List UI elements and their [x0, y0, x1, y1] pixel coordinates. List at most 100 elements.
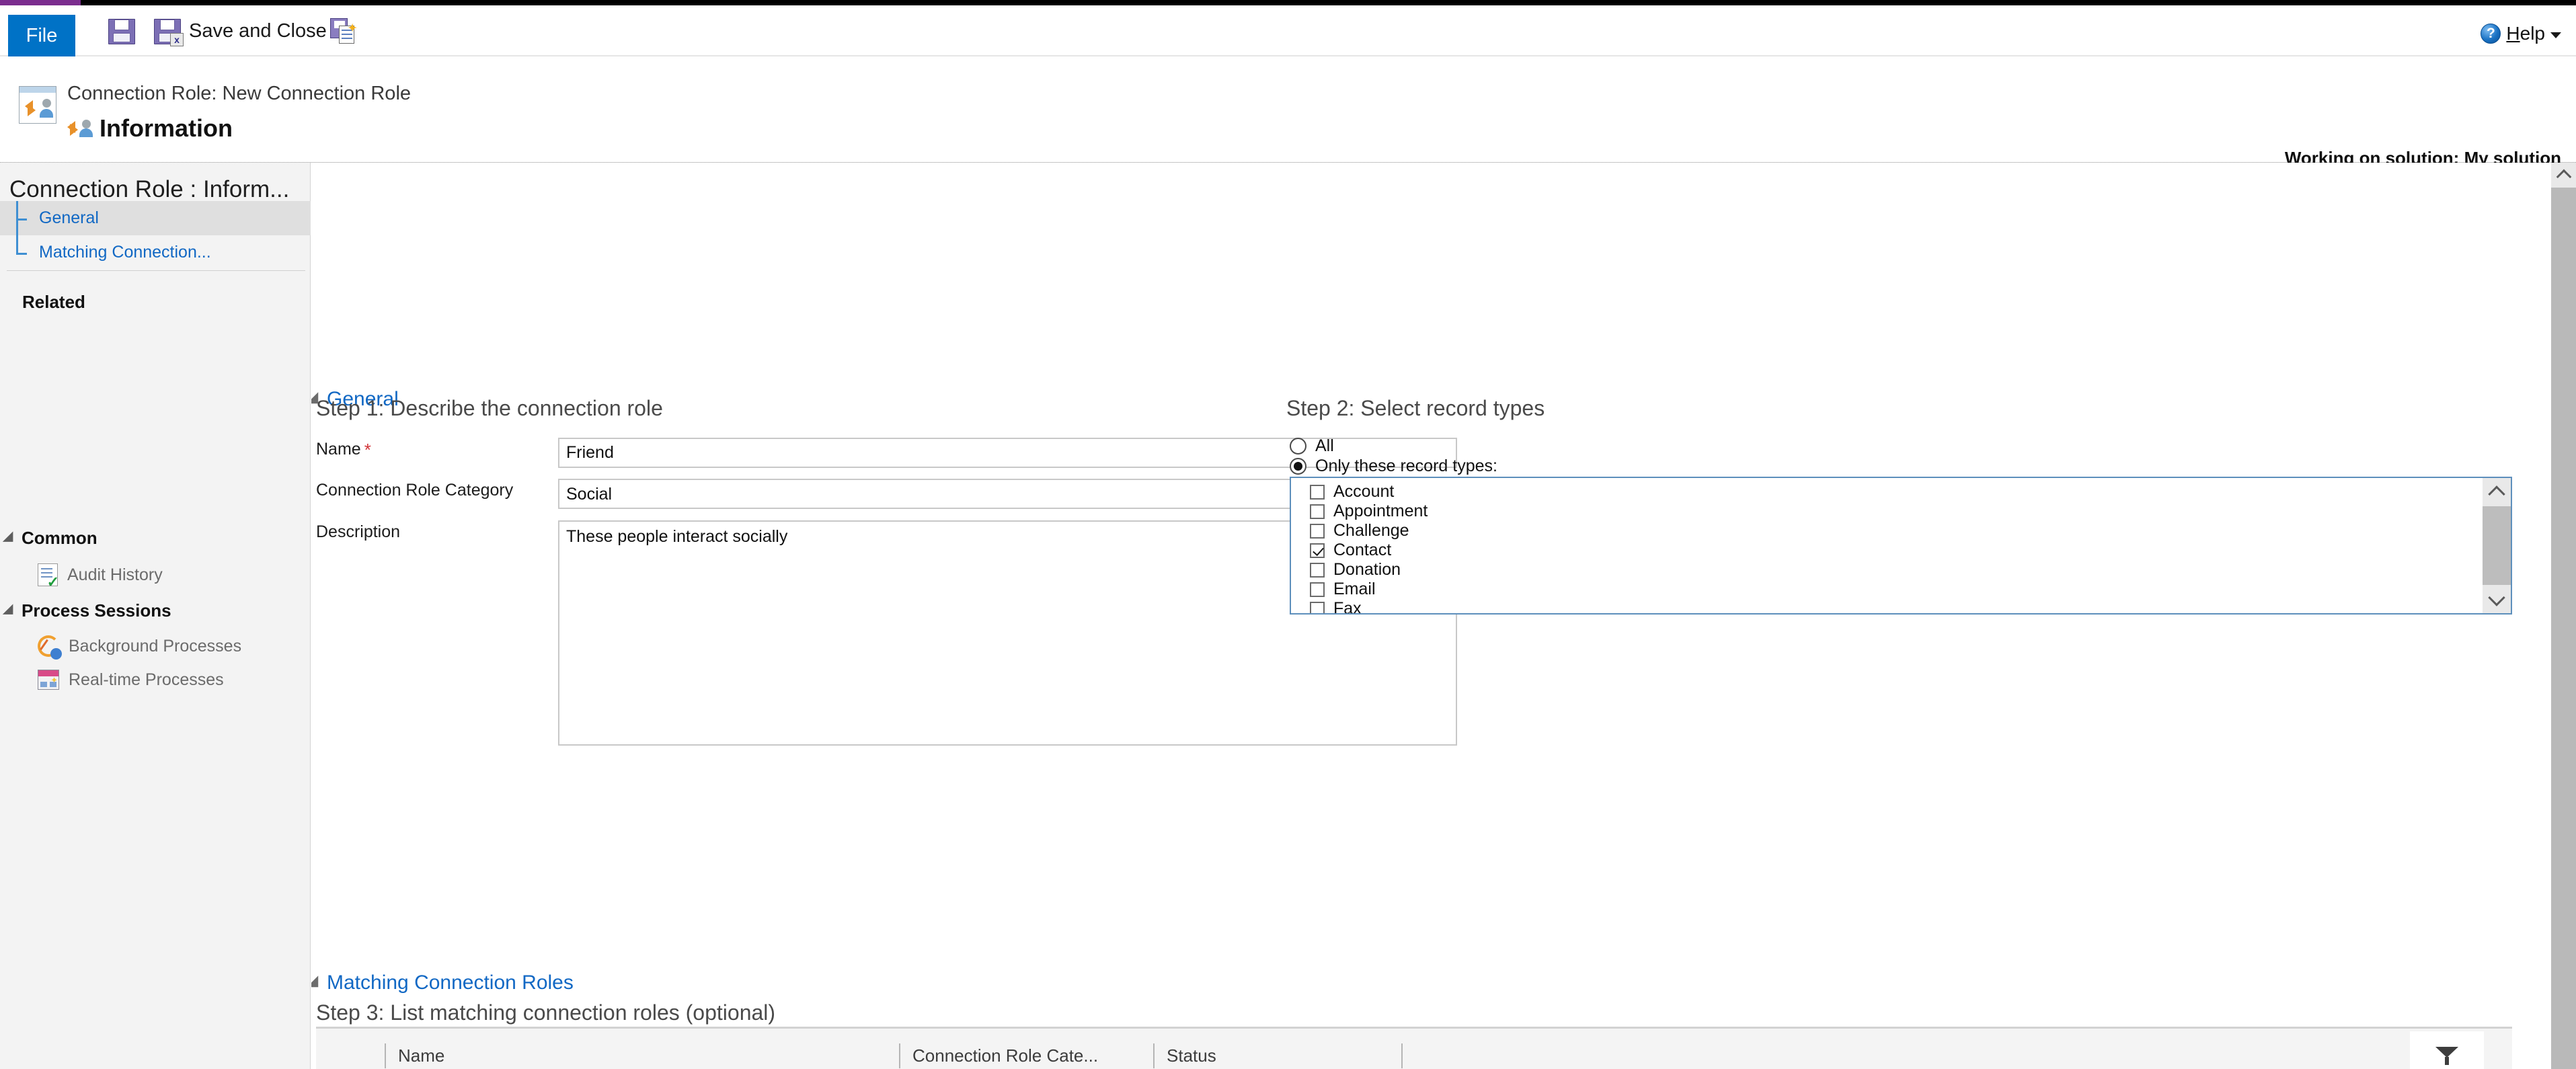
record-type-checkbox[interactable]	[1310, 562, 1325, 578]
record-type-checkbox[interactable]	[1310, 504, 1325, 519]
step3-title: Step 3: List matching connection roles (…	[316, 1000, 776, 1025]
form-name: Information	[100, 114, 233, 142]
record-types-scrollbar[interactable]	[2483, 478, 2511, 613]
real-time-processes-icon: ✦	[38, 670, 59, 690]
sidebar-item-real-time-processes-label: Real-time Processes	[69, 670, 224, 689]
grid-column-category-label: Connection Role Cate...	[912, 1045, 1099, 1066]
record-type-label: Challenge	[1333, 521, 1409, 540]
save-and-close-icon: x	[154, 17, 184, 46]
related-header: Related	[22, 292, 85, 312]
collapse-triangle-icon	[311, 975, 324, 993]
record-type-row[interactable]: Email	[1310, 580, 2483, 599]
record-title: Connection Role: New Connection Role	[67, 83, 412, 104]
help-accesskey: H	[2506, 23, 2520, 44]
audit-history-icon: ✓	[38, 563, 59, 590]
collapse-triangle-icon	[2, 530, 19, 547]
grid-column-status-label: Status	[1167, 1045, 1216, 1066]
record-type-checkbox[interactable]	[1310, 543, 1325, 558]
save-icon	[108, 17, 135, 44]
grid-column-name[interactable]: Name	[385, 1029, 899, 1069]
description-field-label: Description	[316, 522, 401, 541]
save-and-new-icon: ✦	[330, 17, 358, 44]
nav-group-process-sessions[interactable]: Process Sessions	[2, 600, 171, 621]
save-button[interactable]	[104, 15, 147, 47]
save-and-close-button[interactable]: x Save and Close	[150, 15, 331, 47]
grid-column-status[interactable]: Status	[1153, 1029, 1401, 1069]
radio-only-indicator	[1290, 458, 1306, 475]
tree-branch-icon	[0, 235, 39, 270]
radio-all-indicator	[1290, 438, 1306, 454]
form-name-row: Information	[67, 114, 233, 143]
radio-all-record-types[interactable]: All	[1290, 436, 1334, 456]
window-top-accent-bar	[0, 0, 2576, 5]
sidebar-item-general-label: General	[39, 208, 99, 227]
file-tab[interactable]: File	[8, 15, 75, 56]
required-indicator: *	[364, 440, 371, 460]
record-type-row[interactable]: Appointment	[1310, 502, 2483, 521]
category-field-label: Connection Role Category	[316, 481, 514, 500]
nav-group-common[interactable]: Common	[2, 528, 97, 549]
record-type-row[interactable]: Challenge	[1310, 521, 2483, 541]
scroll-up-button[interactable]	[2551, 163, 2576, 188]
record-type-row[interactable]: Account	[1310, 482, 2483, 502]
left-navigation-pane: Connection Role : Inform... General Matc…	[0, 163, 311, 1069]
chevron-up-icon	[2556, 169, 2571, 185]
nav-group-process-label: Process Sessions	[22, 600, 171, 621]
record-type-label: Fax	[1333, 599, 1362, 615]
collapse-triangle-icon	[2, 603, 19, 620]
record-type-row[interactable]: Donation	[1310, 560, 2483, 580]
chevron-down-icon	[2488, 588, 2505, 606]
scrollbar-thumb[interactable]	[2551, 188, 2576, 981]
sidebar-item-background-processes-label: Background Processes	[69, 636, 242, 656]
section-header-matching-connection-roles[interactable]: Matching Connection Roles	[311, 972, 574, 994]
record-types-list: Account Appointment Challenge Contact Donati…	[1291, 478, 2483, 615]
help-menu[interactable]: ? Help	[2481, 23, 2561, 44]
sidebar-divider	[7, 270, 305, 271]
record-type-checkbox[interactable]	[1310, 601, 1325, 613]
ribbon-command-bar: File x Save and Close ✦ ? Help	[0, 5, 2576, 56]
record-type-checkbox[interactable]	[1310, 582, 1325, 597]
radio-only-these-record-types[interactable]: Only these record types:	[1290, 457, 1497, 476]
step1-title: Step 1: Describe the connection role	[316, 396, 663, 420]
grid-header-row: Name Connection Role Cate... Status	[316, 1029, 2512, 1069]
matching-connection-roles-grid: Name Connection Role Cate... Status	[316, 1027, 2512, 1069]
connection-role-entity-icon	[19, 86, 56, 124]
grid-column-blank[interactable]	[1401, 1029, 2512, 1069]
record-type-label: Account	[1333, 482, 1395, 501]
record-type-checkbox[interactable]	[1310, 523, 1325, 539]
sidebar-item-general[interactable]: General	[0, 201, 311, 235]
help-label-rest: elp	[2520, 23, 2545, 44]
chevron-up-icon	[2488, 485, 2505, 503]
scroll-up-button[interactable]	[2483, 478, 2511, 506]
form-scrollbar[interactable]	[2551, 163, 2576, 1069]
help-label: Help	[2506, 23, 2545, 44]
sidebar-item-matching-label: Matching Connection...	[39, 243, 211, 262]
radio-all-label: All	[1315, 436, 1334, 455]
sidebar-item-matching-connection[interactable]: Matching Connection...	[0, 235, 311, 270]
grid-filter-button[interactable]	[2410, 1031, 2484, 1069]
scroll-down-button[interactable]	[2483, 585, 2511, 613]
name-label-text: Name	[316, 440, 361, 459]
record-type-row[interactable]: Fax	[1310, 599, 2483, 615]
record-type-label: Appointment	[1333, 502, 1428, 520]
sidebar-item-audit-history-label: Audit History	[67, 565, 163, 584]
connection-role-small-icon	[67, 116, 93, 141]
record-type-label: Contact	[1333, 541, 1392, 559]
record-type-checkbox[interactable]	[1310, 484, 1325, 500]
nav-group-common-label: Common	[22, 528, 97, 548]
radio-only-label: Only these record types:	[1315, 457, 1497, 475]
record-types-listbox[interactable]: Account Appointment Challenge Contact Donati…	[1290, 477, 2512, 615]
grid-column-connection-role-category[interactable]: Connection Role Cate...	[899, 1029, 1153, 1069]
sidebar-item-audit-history[interactable]: ✓ Audit History	[38, 563, 163, 590]
background-processes-icon	[38, 635, 62, 660]
help-icon: ?	[2481, 24, 2501, 44]
sidebar-item-real-time-processes[interactable]: ✦ Real-time Processes	[38, 670, 224, 690]
grid-column-select-all[interactable]	[316, 1029, 385, 1069]
record-type-row[interactable]: Contact	[1310, 541, 2483, 560]
save-and-close-label: Save and Close	[189, 19, 327, 42]
save-and-new-button[interactable]: ✦	[326, 15, 369, 47]
name-field-label: Name *	[316, 440, 371, 461]
sidebar-item-background-processes[interactable]: Background Processes	[38, 635, 242, 660]
record-type-label: Email	[1333, 580, 1376, 598]
step2-title: Step 2: Select record types	[1286, 396, 1545, 420]
